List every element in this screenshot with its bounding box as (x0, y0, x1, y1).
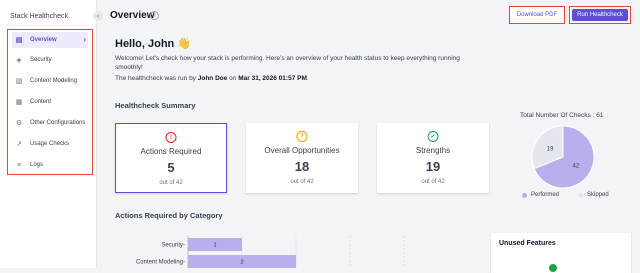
legend-label: Performed (531, 192, 560, 198)
sidebar-item-label: Security (30, 57, 52, 63)
category-label: Content Modeling- (136, 260, 185, 266)
help-icon[interactable]: ? (150, 11, 159, 20)
sidebar-item-security[interactable]: ◈ Security (12, 52, 88, 68)
sidebar-item-overview[interactable]: ▤ Overview › (12, 32, 88, 48)
legend-skipped: Skipped (578, 192, 609, 198)
run-user: John Doe (197, 75, 228, 82)
sidebar-item-label: Content Modeling (30, 78, 78, 84)
check-circle-icon: ✓ (427, 131, 439, 142)
card-strengths[interactable]: ✓ Strengths 19 out of 42 (377, 123, 489, 193)
sidebar-item-label: Usage Checks (30, 141, 70, 147)
card-sub: out of 42 (421, 179, 445, 185)
card-value: 18 (294, 159, 310, 174)
bar-value-label: 1 (213, 243, 216, 249)
card-value: 5 (167, 160, 175, 175)
sidebar-item-label: Other Configurations (30, 120, 86, 126)
checks-pie-chart: 1942 (531, 125, 595, 189)
card-title: Overall Opportunities (264, 146, 340, 155)
card-sub: out of 42 (290, 179, 314, 185)
run-date: Mar 31, 2026 01:57 PM (238, 75, 307, 82)
card-title: Strengths (415, 146, 451, 155)
collapse-sidebar-button[interactable]: ‹ (93, 11, 103, 21)
sidebar-item-label: Logs (30, 162, 44, 168)
sidebar-item-content-modeling[interactable]: ▧ Content Modeling (12, 73, 88, 89)
run-info: The healthcheck was run by John Doe on M… (115, 75, 309, 82)
sidebar-item-other-configurations[interactable]: ⚙ Other Configurations (12, 115, 88, 131)
bar-value-label: 2 (240, 260, 243, 266)
card-actions-required[interactable]: ! Actions Required 5 out of 42 (115, 123, 227, 193)
summary-title: Healthcheck Summary (115, 101, 196, 110)
run-healthcheck-highlight: Run Healthcheck (569, 6, 631, 24)
category-label: Security- (161, 243, 185, 249)
sidebar-item-usage-checks[interactable]: ↗ Usage Checks (12, 136, 88, 152)
welcome-text: Welcome! Let's check how your stack is p… (115, 55, 460, 71)
sidebar-item-label: Overview (30, 37, 57, 43)
logs-icon: ≡ (16, 161, 22, 169)
card-value: 19 (425, 159, 441, 174)
legend-dot-skipped (578, 192, 583, 198)
chevron-left-icon: ‹ (96, 12, 100, 20)
run-info-prefix: The healthcheck was run by (115, 75, 198, 82)
run-info-on: on (227, 75, 239, 82)
actions-by-category-chart: Security- 1 Content Modeling- 2 (136, 236, 405, 268)
card-title: Actions Required (140, 147, 202, 156)
legend-label: Skipped (587, 192, 609, 198)
app-title: Stack Healthcheck (10, 13, 68, 20)
sidebar-item-content[interactable]: ▦ Content (12, 94, 88, 110)
download-pdf-button[interactable]: Download PDF (509, 6, 565, 24)
content-model-icon: ▧ (15, 78, 23, 85)
sidebar: Stack Healthcheck ▤ Overview › ◈ Securit… (0, 0, 97, 268)
sidebar-item-label: Content (30, 99, 52, 105)
content-icon: ▦ (15, 99, 23, 106)
legend-performed: Performed (522, 192, 559, 198)
settings-icon: ⚙ (15, 120, 23, 127)
question-icon: ? (296, 131, 308, 142)
unused-features-title: Unused Features (499, 240, 556, 247)
legend-dot-performed (522, 192, 527, 198)
chevron-right-icon: › (83, 35, 86, 44)
alert-icon: ! (165, 132, 177, 143)
total-checks-title: Total Number Of Checks : 61 (520, 112, 604, 119)
unused-features-card: Unused Features (491, 233, 631, 273)
card-overall-opportunities[interactable]: ? Overall Opportunities 18 out of 42 (246, 123, 358, 193)
sidebar-nav: ▤ Overview › ◈ Security ▧ Content Modeli… (7, 29, 93, 175)
card-sub: out of 42 (159, 180, 183, 186)
shield-icon: ◈ (16, 57, 22, 64)
overview-icon: ▤ (15, 37, 23, 44)
sidebar-item-logs[interactable]: ≡ Logs (12, 157, 88, 173)
pie-value-label: 42 (573, 164, 580, 170)
run-info-suffix: . (306, 75, 309, 82)
pie-value-label: 19 (547, 146, 554, 152)
chart-line-icon: ↗ (16, 141, 22, 148)
category-chart-title: Actions Required by Category (115, 211, 223, 220)
status-dot (549, 264, 557, 272)
page-title: Overview (110, 10, 155, 21)
greeting: Hello, John 👋 (115, 38, 192, 50)
run-healthcheck-button[interactable]: Run Healthcheck (572, 9, 628, 21)
